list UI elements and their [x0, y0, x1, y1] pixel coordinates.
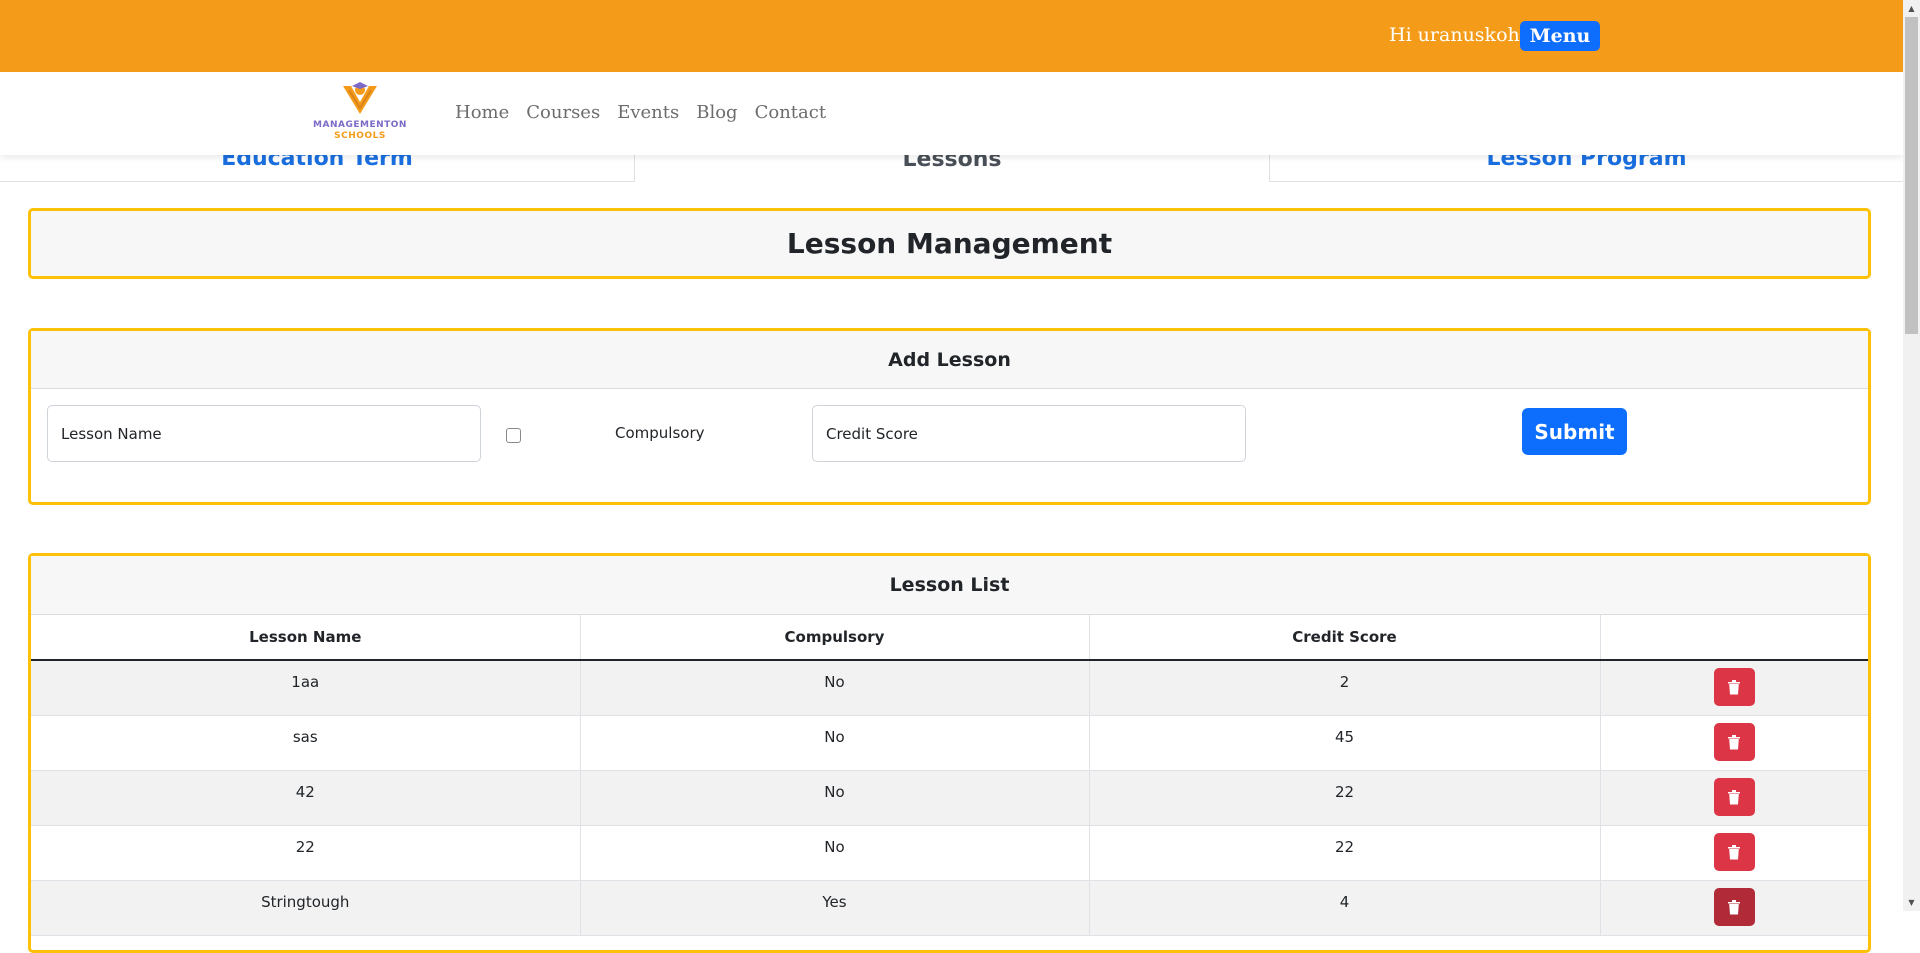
cell-credit-score: 4: [1089, 880, 1601, 936]
nav-home[interactable]: Home: [455, 102, 509, 123]
cell-actions: [1600, 880, 1868, 936]
cell-credit-score: 22: [1089, 770, 1601, 826]
nav-links: Home Courses Events Blog Contact: [455, 102, 826, 123]
management-card: Lesson Management: [28, 208, 1871, 279]
cell-actions: [1600, 715, 1868, 771]
add-lesson-title: Add Lesson: [31, 331, 1868, 389]
cell-lesson-name: Stringtough: [31, 880, 581, 936]
lesson-table: Lesson Name Compulsory Credit Score 1aa …: [31, 615, 1868, 936]
column-header-compulsory[interactable]: Compulsory: [580, 615, 1090, 661]
lesson-list-title: Lesson List: [31, 556, 1868, 615]
compulsory-label: Compulsory: [615, 424, 705, 442]
column-header-credit-score[interactable]: Credit Score: [1089, 615, 1601, 661]
column-header-lesson-name[interactable]: Lesson Name: [31, 615, 581, 661]
scroll-up-arrow-icon[interactable]: ▲: [1903, 0, 1920, 17]
add-lesson-card: Add Lesson Lesson Name Compulsory Credit…: [28, 328, 1871, 505]
cell-credit-score: 45: [1089, 715, 1601, 771]
cell-compulsory: No: [580, 660, 1090, 716]
submit-button[interactable]: Submit: [1522, 408, 1627, 455]
page-scrollbar[interactable]: ▲ ▼: [1903, 0, 1920, 911]
lesson-list-card: Lesson List Lesson Name Compulsory Credi…: [28, 553, 1871, 953]
cell-compulsory: Yes: [580, 880, 1090, 936]
nav-contact[interactable]: Contact: [755, 102, 826, 123]
lesson-name-input[interactable]: Lesson Name: [47, 405, 481, 462]
cell-credit-score: 22: [1089, 825, 1601, 881]
compulsory-checkbox[interactable]: [506, 428, 521, 443]
nav-events[interactable]: Events: [617, 102, 679, 123]
logo-emblem-icon: [343, 82, 377, 114]
delete-button[interactable]: [1713, 832, 1755, 871]
trash-icon: [1728, 680, 1741, 695]
scroll-thumb[interactable]: [1905, 17, 1918, 334]
cell-actions: [1600, 825, 1868, 881]
cell-actions: [1600, 660, 1868, 716]
table-header-row: Lesson Name Compulsory Credit Score: [31, 615, 1868, 661]
table-row: sas No 45: [31, 715, 1868, 771]
delete-button[interactable]: [1713, 668, 1755, 706]
scroll-down-arrow-icon[interactable]: ▼: [1903, 894, 1920, 911]
cell-lesson-name: sas: [31, 715, 581, 771]
page-title: Lesson Management: [786, 227, 1113, 260]
cell-lesson-name: 1aa: [31, 660, 581, 716]
cell-lesson-name: 22: [31, 825, 581, 881]
nav-blog[interactable]: Blog: [696, 102, 737, 123]
top-bar: Hi uranuskohi Menu: [0, 0, 1903, 72]
cell-compulsory: No: [580, 825, 1090, 881]
delete-button[interactable]: [1713, 887, 1755, 926]
trash-icon: [1728, 899, 1741, 914]
delete-button[interactable]: [1713, 722, 1755, 761]
navbar: MANAGEMENTON SCHOOLS Home Courses Events…: [0, 72, 1903, 155]
delete-button[interactable]: [1713, 777, 1755, 816]
site-logo[interactable]: MANAGEMENTON SCHOOLS: [305, 80, 415, 144]
trash-icon: [1728, 734, 1741, 749]
table-row: 22 No 22: [31, 825, 1868, 881]
cell-credit-score: 2: [1089, 660, 1601, 716]
user-greeting: Hi uranuskohi: [1389, 24, 1526, 46]
table-row: 1aa No 2: [31, 660, 1868, 716]
menu-button[interactable]: Menu: [1520, 21, 1600, 51]
logo-text-line1: MANAGEMENTON: [313, 120, 407, 130]
cell-compulsory: No: [580, 715, 1090, 771]
nav-courses[interactable]: Courses: [526, 102, 600, 123]
cell-lesson-name: 42: [31, 770, 581, 826]
trash-icon: [1728, 844, 1741, 859]
table-row: 42 No 22: [31, 770, 1868, 826]
credit-score-input[interactable]: Credit Score: [812, 405, 1246, 462]
add-lesson-form: Lesson Name Compulsory Credit Score Subm…: [31, 389, 1868, 503]
trash-icon: [1728, 789, 1741, 804]
table-row: Stringtough Yes 4: [31, 880, 1868, 936]
logo-text-line2: SCHOOLS: [334, 131, 386, 141]
cell-actions: [1600, 770, 1868, 826]
column-header-actions: [1600, 615, 1868, 661]
cell-compulsory: No: [580, 770, 1090, 826]
